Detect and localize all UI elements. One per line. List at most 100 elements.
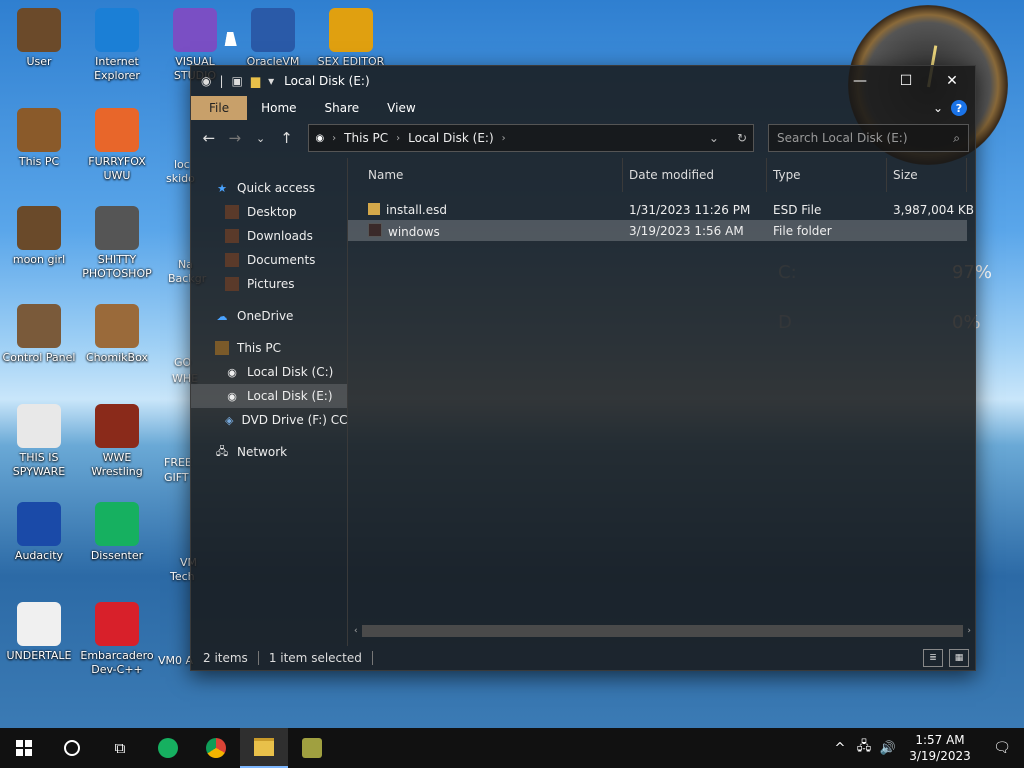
nav-item-quick-access[interactable]: ★ Quick access <box>191 176 347 200</box>
desktop-icon[interactable]: SHITTY PHOTOSHOP <box>78 206 156 281</box>
desktop-icon[interactable]: UNDERTALE <box>0 602 78 663</box>
notification-center-icon[interactable]: 🗨 <box>980 740 1024 756</box>
nav-item-documents[interactable]: Documents <box>191 248 347 272</box>
breadcrumb-separator-icon[interactable]: › <box>502 133 506 144</box>
nav-item-onedrive[interactable]: ☁ OneDrive <box>191 304 347 328</box>
desktop-icon[interactable]: Audacity <box>0 502 78 563</box>
app-icon <box>95 304 139 348</box>
desktop-label-partial: GO <box>174 356 192 369</box>
desktop-icon-label: moon girl <box>12 253 66 266</box>
nav-item-downloads[interactable]: Downloads <box>191 224 347 248</box>
scroll-left-icon[interactable]: ‹ <box>354 626 358 636</box>
nav-item-desktop[interactable]: Desktop <box>191 200 347 224</box>
recent-locations-chevron-icon[interactable]: ⌄ <box>249 124 273 152</box>
drive-icon: ◉ <box>315 132 325 144</box>
refresh-icon[interactable]: ↻ <box>737 131 747 145</box>
file-explorer-taskbar-icon[interactable] <box>240 728 288 768</box>
nav-item-pictures[interactable]: Pictures <box>191 272 347 296</box>
item-count: 2 items <box>203 651 248 665</box>
desktop-icon[interactable]: Internet Explorer <box>78 8 156 83</box>
horizontal-scrollbar[interactable]: ‹ › <box>354 624 971 638</box>
desktop-icon[interactable]: WWE Wrestling <box>78 404 156 479</box>
desktop-icon-label: Audacity <box>14 549 64 562</box>
up-arrow-icon[interactable]: ↑ <box>275 124 299 152</box>
start-windows-icon[interactable] <box>0 728 48 768</box>
desktop-icon[interactable]: SEX EDITOR <box>312 8 390 69</box>
show-hidden-icons-chevron-icon[interactable]: ^ <box>828 741 852 756</box>
desktop-icon[interactable]: Embarcadero Dev-C++ <box>78 602 156 677</box>
address-bar[interactable]: ◉ › This PC › Local Disk (E:) › ⌄ ↻ <box>308 124 754 152</box>
dissenter-taskbar-icon[interactable] <box>144 728 192 768</box>
file-icon <box>368 202 380 215</box>
desktop-icon[interactable]: This PC <box>0 108 78 169</box>
desktop-icon[interactable]: User <box>0 8 78 69</box>
large-icons-view-icon[interactable]: ▦ <box>949 649 969 667</box>
nav-item-local-disk-e[interactable]: ◉ Local Disk (E:) <box>191 384 347 408</box>
search-circle-icon[interactable] <box>48 728 96 768</box>
scrollbar-thumb[interactable] <box>361 625 964 637</box>
close-button[interactable]: ✕ <box>929 66 975 96</box>
breadcrumb-this-pc[interactable]: This PC <box>344 131 388 145</box>
back-arrow-icon[interactable]: ← <box>197 124 221 152</box>
help-icon[interactable]: ? <box>951 100 967 116</box>
desktop-icon[interactable]: THIS IS SPYWARE <box>0 404 78 479</box>
maximize-button[interactable]: ☐ <box>883 66 929 96</box>
search-icon[interactable]: ⌕ <box>953 131 960 146</box>
properties-icon[interactable]: ▣ <box>232 74 243 88</box>
tab-file[interactable]: File <box>191 96 248 120</box>
network-icon[interactable]: 🖧 <box>852 737 876 759</box>
navigation-bar: ← → ⌄ ↑ ◉ › This PC › Local Disk (E:) › … <box>191 120 975 156</box>
app-taskbar-icon[interactable] <box>288 728 336 768</box>
nav-item-network[interactable]: 🖧 Network <box>191 440 347 464</box>
qa-divider: | <box>219 74 224 88</box>
address-dropdown-chevron-icon[interactable]: ⌄ <box>709 131 719 145</box>
search-box[interactable]: Search Local Disk (E:) ⌕ <box>768 124 969 152</box>
title-bar[interactable]: ◉ | ▣ ▆ ▾ Local Disk (E:) — ☐ ✕ <box>191 66 975 96</box>
tab-view[interactable]: View <box>373 96 429 120</box>
task-view-icon[interactable]: ⧉ <box>96 728 144 768</box>
column-date-modified[interactable]: Date modified <box>623 158 767 192</box>
scroll-right-icon[interactable]: › <box>967 626 971 636</box>
minimize-button[interactable]: — <box>837 66 883 96</box>
file-row-windows[interactable]: windows 3/19/2023 1:56 AM File folder <box>348 220 967 241</box>
tab-home[interactable]: Home <box>247 96 310 120</box>
details-view-icon[interactable]: ≣ <box>923 649 943 667</box>
desktop-icon-label: FURRYFOX UWU <box>88 155 146 182</box>
desktop-icon[interactable]: Control Panel <box>0 304 78 365</box>
drive-icon: ◉ <box>227 389 237 403</box>
column-type[interactable]: Type <box>767 158 887 192</box>
file-row-install-esd[interactable]: install.esd 1/31/2023 11:26 PM ESD File … <box>348 199 979 220</box>
file-list: Name Date modified Type Size install.esd… <box>348 158 979 646</box>
desktop-label-partial: GIFT <box>164 471 189 484</box>
column-size[interactable]: Size <box>887 158 967 192</box>
desktop-icon[interactable]: ChomikBox <box>78 304 156 365</box>
nav-label: DVD Drive (F:) CCSA <box>241 413 347 427</box>
chrome-taskbar-icon[interactable] <box>192 728 240 768</box>
computer-icon <box>215 341 229 355</box>
new-folder-icon[interactable]: ▆ <box>251 74 260 88</box>
file-type: File folder <box>773 223 832 238</box>
desktop-icon[interactable]: FURRYFOX UWU <box>78 108 156 183</box>
breadcrumb-separator-icon[interactable]: › <box>396 133 400 144</box>
nav-item-dvd-drive[interactable]: ◈ DVD Drive (F:) CCSA <box>191 408 347 432</box>
desktop-icon[interactable]: moon girl <box>0 206 78 267</box>
customize-toolbar-icon[interactable]: ▾ <box>268 74 274 88</box>
nav-label: Downloads <box>247 229 313 243</box>
volume-icon[interactable]: 🔊 <box>876 741 900 756</box>
breadcrumb-local-disk-e[interactable]: Local Disk (E:) <box>408 131 494 145</box>
desktop-icon-label: WWE Wrestling <box>91 451 143 478</box>
file-type: ESD File <box>773 202 822 217</box>
tab-share[interactable]: Share <box>311 96 374 120</box>
expand-ribbon-icon[interactable]: ⌄ <box>933 101 943 115</box>
desktop-icon[interactable]: OracleVM <box>234 8 312 69</box>
nav-item-local-disk-c[interactable]: ◉ Local Disk (C:) <box>191 360 347 384</box>
app-icon <box>95 108 139 152</box>
nav-label: This PC <box>237 341 281 355</box>
desktop-icon-label: User <box>26 55 52 68</box>
system-clock[interactable]: 1:57 AM 3/19/2023 <box>900 732 980 764</box>
column-name[interactable]: Name <box>348 158 623 192</box>
forward-arrow-icon[interactable]: → <box>223 124 247 152</box>
desktop-icon[interactable]: Dissenter <box>78 502 156 563</box>
desktop-icon-label: THIS IS SPYWARE <box>12 451 66 478</box>
nav-item-this-pc[interactable]: This PC <box>191 336 347 360</box>
